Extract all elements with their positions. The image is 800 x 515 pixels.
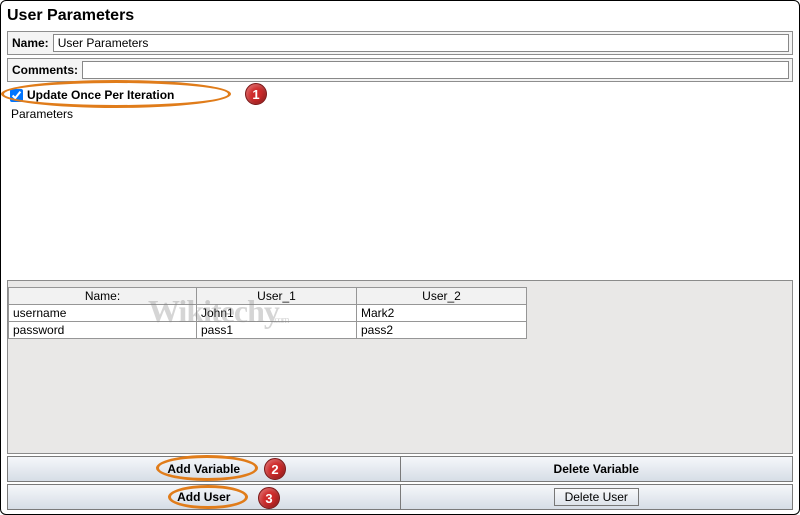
cell-value[interactable]: Mark2 — [357, 304, 527, 321]
cell-value[interactable]: John1 — [197, 304, 357, 321]
comments-input[interactable] — [82, 61, 789, 79]
table-header-user1[interactable]: User_1 — [197, 287, 357, 304]
cell-value[interactable]: pass1 — [197, 321, 357, 338]
update-once-checkbox[interactable] — [10, 89, 23, 102]
annotation-badge-3: 3 — [258, 487, 280, 509]
annotation-badge-1: 1 — [245, 83, 267, 105]
delete-variable-label: Delete Variable — [554, 462, 639, 476]
page-title: User Parameters — [7, 5, 793, 31]
table-row[interactable]: username John1 Mark2 — [9, 304, 527, 321]
add-user-label: Add User — [177, 490, 230, 504]
cell-value[interactable]: pass2 — [357, 321, 527, 338]
delete-user-cell: Delete User — [401, 485, 793, 509]
comments-row: Comments: — [7, 58, 793, 82]
parameters-group-label: Parameters — [9, 107, 75, 280]
name-input[interactable] — [53, 34, 789, 52]
delete-user-button[interactable]: Delete User — [554, 488, 639, 506]
parameters-panel: Wikitechy.com Name: User_1 User_2 userna… — [7, 280, 793, 455]
table-header-name[interactable]: Name: — [9, 287, 197, 304]
annotation-badge-2: 2 — [264, 458, 286, 480]
update-once-row: Update Once Per Iteration 1 — [7, 85, 176, 107]
add-variable-label: Add Variable — [167, 462, 240, 476]
cell-name[interactable]: username — [9, 304, 197, 321]
add-user-button[interactable]: Add User 3 — [8, 485, 401, 509]
variable-button-bar: Add Variable 2 Delete Variable — [7, 456, 793, 482]
cell-name[interactable]: password — [9, 321, 197, 338]
add-variable-button[interactable]: Add Variable 2 — [8, 457, 401, 481]
window-frame: User Parameters Name: Comments: Update O… — [0, 0, 800, 515]
parameters-table[interactable]: Name: User_1 User_2 username John1 Mark2… — [8, 287, 527, 339]
user-button-bar: Add User 3 Delete User — [7, 484, 793, 510]
delete-variable-button[interactable]: Delete Variable — [401, 457, 793, 481]
table-header-user2[interactable]: User_2 — [357, 287, 527, 304]
update-once-label: Update Once Per Iteration — [27, 88, 174, 102]
name-label: Name: — [8, 33, 53, 53]
table-row[interactable]: password pass1 pass2 — [9, 321, 527, 338]
comments-label: Comments: — [8, 60, 82, 80]
name-row: Name: — [7, 31, 793, 55]
delete-user-label: Delete User — [565, 490, 628, 504]
